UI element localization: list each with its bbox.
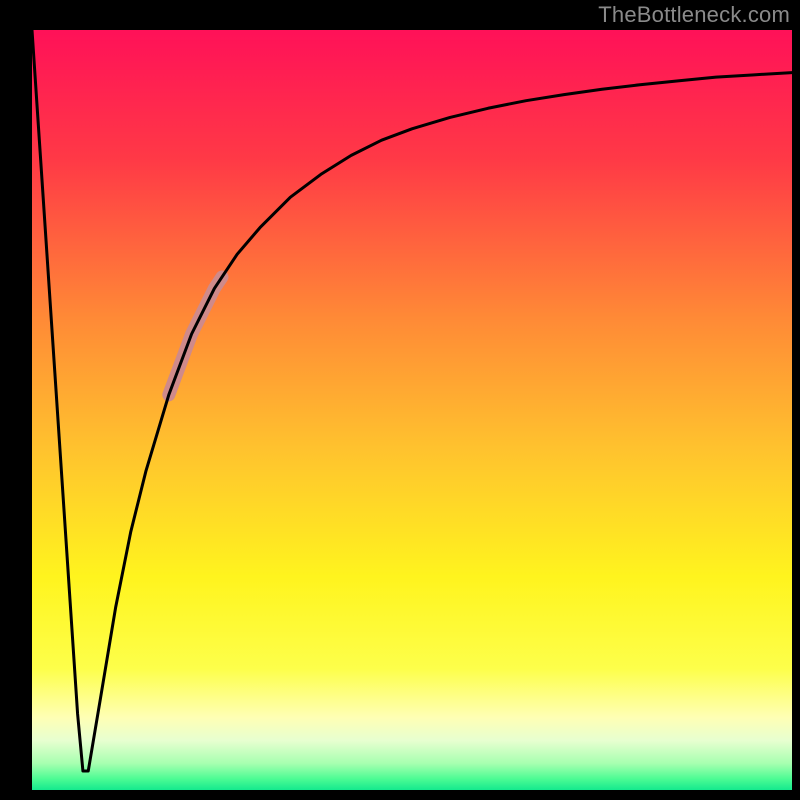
plot-area	[32, 30, 792, 790]
plot-svg	[32, 30, 792, 790]
chart-frame: TheBottleneck.com	[0, 0, 800, 800]
gradient-background	[32, 30, 792, 790]
attribution-text: TheBottleneck.com	[598, 2, 790, 28]
